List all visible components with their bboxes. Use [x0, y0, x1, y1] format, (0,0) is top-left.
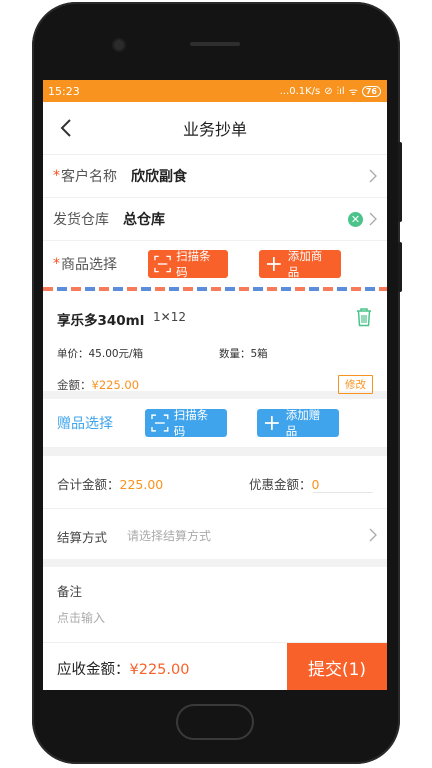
goods-select-label: 商品选择	[61, 257, 117, 273]
total-label: 合计金额：	[57, 477, 120, 492]
remark-label: 备注	[57, 584, 83, 599]
bottom-bar: 应收金额：¥225.00 提交(1)	[43, 642, 387, 690]
customer-row[interactable]: * 客户名称 欣欣副食	[43, 155, 387, 198]
required-mark: *	[53, 168, 60, 184]
section-gap	[43, 448, 387, 456]
amount-label: 金额：	[57, 378, 92, 392]
scan-barcode-button[interactable]: 扫描条码	[148, 249, 228, 279]
volume-button	[398, 142, 402, 222]
chevron-right-icon	[369, 169, 377, 183]
status-bar: 15:23 ...0.1K/s ⊘ ⫶ıl ᯤ 76	[43, 80, 387, 102]
unit-price: 单价：45.00元/箱	[57, 348, 144, 360]
remark-input[interactable]: 点击输入	[57, 609, 105, 626]
scan-gift-label: 扫描条码	[173, 408, 209, 438]
power-button	[398, 242, 402, 292]
due-value: ¥225.00	[129, 662, 190, 678]
warehouse-row[interactable]: 发货仓库 总仓库 ✕	[43, 198, 387, 241]
app-screen: 15:23 ...0.1K/s ⊘ ⫶ıl ᯤ 76 业务抄单 * 客户名称 欣…	[43, 80, 387, 690]
due-label: 应收金额：	[57, 662, 130, 678]
page-title: 业务抄单	[182, 120, 247, 139]
total-amount: 合计金额：225.00	[57, 474, 163, 493]
totals-row: 合计金额：225.00 优惠金额：0	[43, 456, 387, 509]
chevron-right-icon	[369, 212, 377, 226]
discount-label: 优惠金额：	[249, 477, 312, 492]
net-speed: ...0.1K/s	[279, 85, 321, 97]
settlement-label: 结算方式	[57, 530, 108, 545]
amount-value: ¥225.00	[91, 378, 140, 392]
add-gift-button[interactable]: 添加赠品	[257, 408, 339, 438]
status-icons: ...0.1K/s ⊘ ⫶ıl ᯤ 76	[280, 84, 381, 98]
product-name: 享乐多340ml	[57, 313, 145, 329]
front-camera	[114, 40, 124, 50]
add-product-label: 添加商品	[287, 249, 323, 279]
chevron-right-icon	[369, 528, 377, 542]
earpiece-speaker	[190, 42, 240, 46]
clear-icon[interactable]: ✕	[348, 212, 363, 227]
remark-section: 备注 点击输入	[43, 567, 387, 641]
product-spec: 1✕12	[153, 310, 186, 324]
warehouse-label: 发货仓库	[53, 212, 109, 228]
discount-amount[interactable]: 优惠金额：0	[249, 474, 319, 493]
add-gift-label: 添加赠品	[285, 408, 321, 438]
total-value: 225.00	[119, 477, 164, 492]
scan-icon	[154, 255, 171, 273]
required-mark: *	[53, 256, 60, 272]
amount-due: 应收金额：¥225.00	[57, 658, 189, 679]
product-card: 享乐多340ml 1✕12 单价：45.00元/箱 数量：5箱 金额：¥225.…	[43, 291, 387, 394]
status-time: 15:23	[48, 84, 80, 98]
settlement-row[interactable]: 结算方式 请选择结算方式	[43, 509, 387, 559]
home-button	[176, 704, 254, 740]
trash-icon[interactable]	[355, 307, 373, 327]
customer-value: 欣欣副食	[131, 169, 187, 185]
scan-barcode-label: 扫描条码	[176, 249, 211, 279]
settlement-placeholder: 请选择结算方式	[127, 529, 212, 543]
battery-icon: 76	[361, 85, 381, 97]
warehouse-value: 总仓库	[123, 212, 165, 228]
add-product-button[interactable]: 添加商品	[259, 249, 341, 279]
plus-icon	[266, 257, 281, 271]
edit-button[interactable]: 修改	[338, 375, 373, 394]
goods-select-row: * 商品选择 扫描条码 添加商品	[43, 241, 387, 287]
wifi-icon: ᯤ	[348, 87, 358, 98]
nav-bar: 业务抄单	[43, 102, 387, 155]
submit-button[interactable]: 提交(1)	[287, 643, 387, 690]
section-gap	[43, 559, 387, 567]
scan-icon	[151, 414, 169, 432]
customer-label: 客户名称	[61, 169, 117, 185]
alarm-icon: ⊘	[324, 85, 333, 97]
product-amount: 金额：¥225.00	[57, 377, 139, 393]
quantity: 数量：5箱	[219, 348, 268, 360]
gift-select-label: 赠品选择	[57, 416, 113, 432]
plus-icon	[264, 416, 279, 430]
back-arrow-icon[interactable]	[55, 115, 79, 141]
signal-icon: ⫶ıl	[336, 85, 345, 97]
gift-select-row: 赠品选择 扫描条码 添加赠品	[43, 399, 387, 448]
discount-underline	[313, 492, 373, 493]
discount-value: 0	[311, 477, 320, 492]
scan-gift-barcode-button[interactable]: 扫描条码	[145, 408, 227, 438]
